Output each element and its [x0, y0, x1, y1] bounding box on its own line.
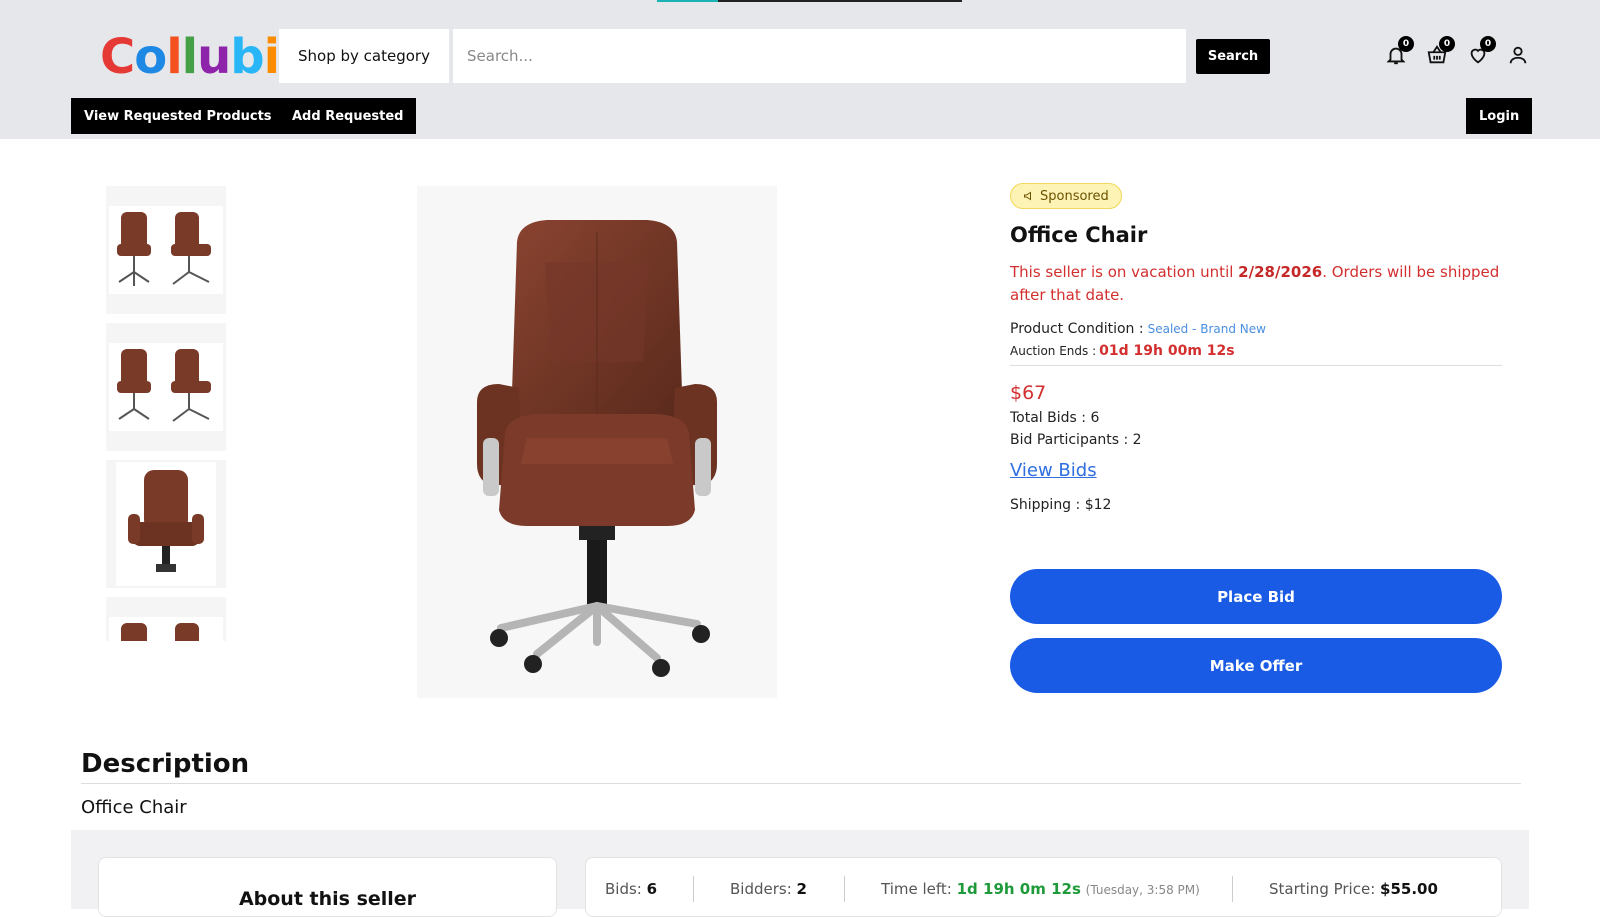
product-title: Office Chair [1010, 223, 1148, 247]
account-button[interactable] [1503, 40, 1533, 70]
vacation-prefix: This seller is on vacation until [1010, 263, 1239, 281]
stat-bidders: Bidders: 2 [730, 880, 807, 898]
sponsored-label: Sponsored [1040, 188, 1109, 204]
condition-label: Product Condition : [1010, 321, 1144, 337]
about-seller-card: About this seller [98, 857, 557, 917]
cart-count-badge: 0 [1439, 36, 1455, 52]
bid-participants: Bid Participants : 2 [1010, 432, 1142, 448]
time-left-note: (Tuesday, 3:58 PM) [1085, 883, 1200, 897]
bidders-value: 2 [796, 880, 807, 898]
bidders-label: Bidders: [730, 880, 792, 898]
notification-count-badge: 0 [1398, 36, 1414, 52]
view-bids-link[interactable]: View Bids [1010, 460, 1097, 481]
bids-value: 6 [646, 880, 658, 898]
auction-countdown: 01d 19h 00m 12s [1099, 343, 1235, 359]
starting-price-value: $55.00 [1380, 880, 1438, 898]
office-chair-image [477, 220, 717, 677]
progress-fill [657, 0, 718, 2]
megaphone-icon [1024, 191, 1031, 201]
make-offer-button[interactable]: Make Offer [1010, 638, 1502, 693]
divider [693, 876, 694, 902]
login-button[interactable]: Login [1466, 98, 1533, 134]
thumbnail-image[interactable] [106, 597, 226, 641]
description-heading: Description [81, 749, 250, 779]
chair-thumbnail-pair [109, 343, 223, 431]
auction-stats-card: Bids: 6 Bidders: 2 Time left: 1d 19h 0m … [585, 857, 1502, 917]
thumbnail-image[interactable] [106, 186, 226, 314]
chair-thumbnail [116, 462, 216, 586]
page-load-progress [657, 0, 962, 2]
shipping-cost: Shipping : $12 [1010, 497, 1112, 513]
stat-time-left: Time left: 1d 19h 0m 12s (Tuesday, 3:58 … [881, 880, 1200, 898]
thumbnail-image[interactable] [106, 323, 226, 451]
divider [1232, 876, 1233, 902]
current-price: $67 [1010, 382, 1047, 404]
product-condition: Product Condition : Sealed - Brand New [1010, 321, 1502, 337]
shop-by-category-dropdown[interactable]: Shop by category [279, 29, 451, 83]
condition-value: Sealed - Brand New [1147, 322, 1266, 336]
thumbnail-gallery[interactable] [106, 186, 228, 641]
chair-thumbnail-pair [109, 206, 223, 294]
about-seller-heading: About this seller [238, 888, 417, 910]
user-icon [1509, 46, 1527, 64]
bids-label: Bids: [605, 880, 642, 898]
notifications-button[interactable]: 0 [1381, 36, 1414, 70]
stat-bids: Bids: 6 [605, 880, 657, 898]
description-text: Office Chair [81, 797, 187, 818]
wishlist-button[interactable]: 0 [1463, 36, 1496, 70]
time-left-label: Time left: [881, 880, 952, 898]
auction-label: Auction Ends : [1010, 344, 1097, 358]
auction-ends: Auction Ends :01d 19h 00m 12s [1010, 343, 1502, 366]
cart-button[interactable]: 0 [1422, 36, 1455, 70]
add-requested-button[interactable]: Add Requested [279, 98, 417, 134]
vacation-notice: This seller is on vacation until 2/28/20… [1010, 261, 1502, 307]
stat-starting-price: Starting Price: $55.00 [1269, 880, 1438, 898]
chair-thumbnail-pair [109, 617, 223, 641]
vacation-date: 2/28/2026 [1238, 263, 1323, 281]
starting-price-label: Starting Price: [1269, 880, 1376, 898]
header: Collubi Shop by category Search 0 0 0 Vi… [0, 0, 1600, 139]
divider [81, 783, 1521, 784]
total-bids: Total Bids : 6 [1010, 410, 1100, 426]
main-product-image[interactable] [417, 186, 777, 698]
view-requested-products-button[interactable]: View Requested Products [71, 98, 285, 134]
search-button[interactable]: Search [1196, 39, 1270, 74]
divider [844, 876, 845, 902]
site-logo[interactable]: Collubi [100, 30, 280, 84]
place-bid-button[interactable]: Place Bid [1010, 569, 1502, 624]
product-info-panel: Sponsored Office Chair This seller is on… [1010, 183, 1502, 513]
sponsored-badge: Sponsored [1010, 183, 1122, 209]
time-left-value: 1d 19h 0m 12s [956, 880, 1081, 898]
thumbnail-image[interactable] [106, 460, 226, 588]
search-input[interactable] [453, 29, 1186, 83]
wishlist-count-badge: 0 [1480, 36, 1496, 52]
